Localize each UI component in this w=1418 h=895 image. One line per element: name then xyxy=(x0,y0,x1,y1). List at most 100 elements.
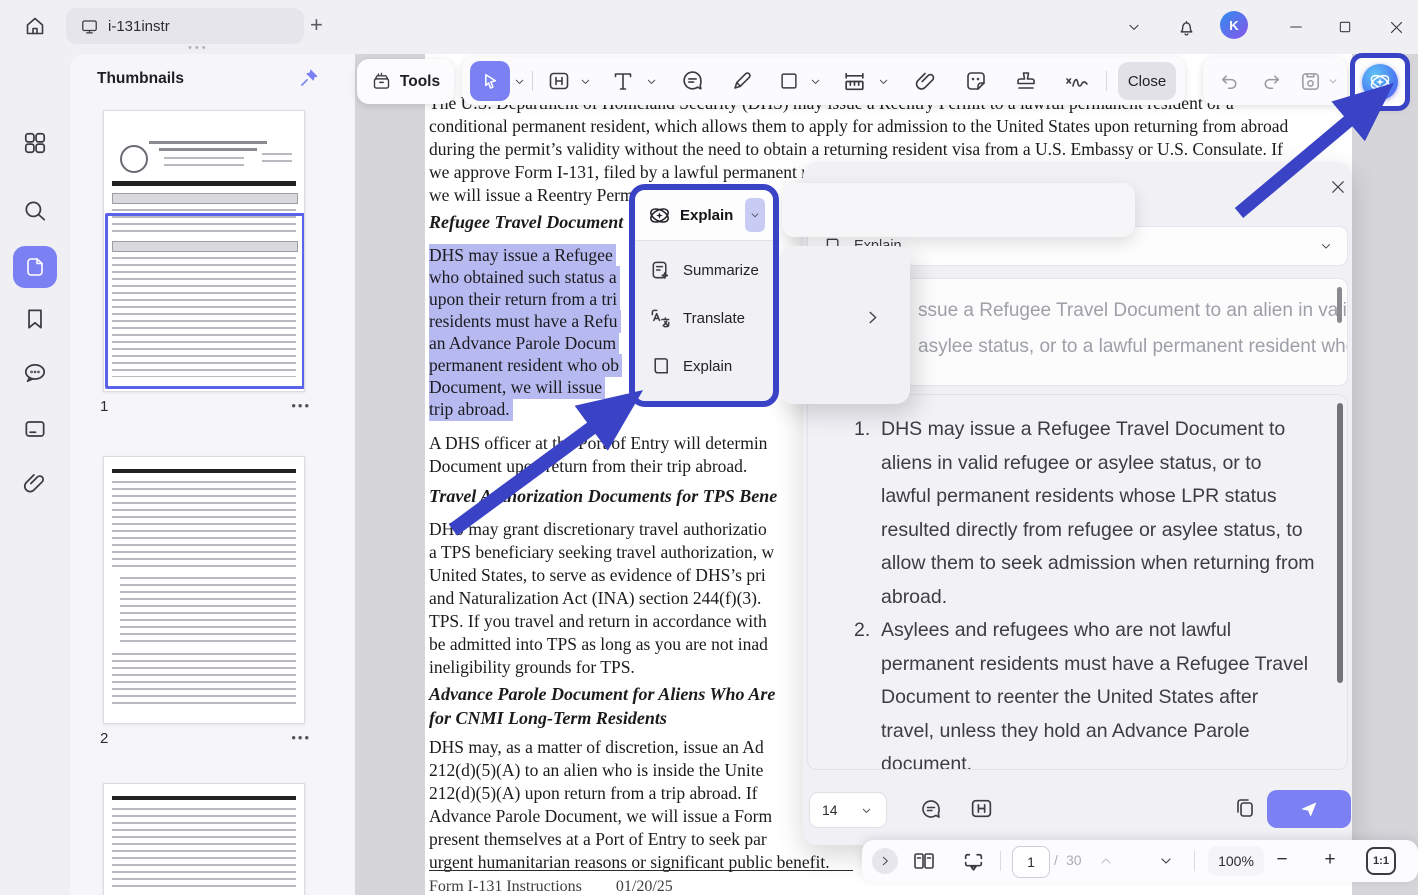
menu-item-summarize[interactable]: Summarize xyxy=(635,246,773,294)
save-button[interactable] xyxy=(1295,57,1325,105)
pin-icon[interactable] xyxy=(299,68,319,93)
minimize-icon xyxy=(1290,26,1302,28)
zoom-level[interactable]: 100% xyxy=(1208,846,1264,876)
zoom-out-button[interactable]: − xyxy=(1270,849,1294,871)
scroll-view-button[interactable] xyxy=(956,849,990,874)
signature-tool-button[interactable] xyxy=(1056,57,1098,105)
selected-text: who obtained such status a xyxy=(429,266,620,289)
home-button[interactable] xyxy=(16,10,54,42)
maximize-button[interactable] xyxy=(1331,14,1359,40)
new-tab-button[interactable]: + xyxy=(310,12,323,38)
thumbnail-page-number: 1 xyxy=(100,398,109,415)
tools-label: Tools xyxy=(399,72,441,90)
maximize-icon xyxy=(1339,21,1351,33)
expand-bar-button[interactable] xyxy=(872,848,898,874)
selected-text: trip abroad. xyxy=(429,398,513,421)
minimize-button[interactable] xyxy=(1282,14,1310,40)
panel-close-button[interactable] xyxy=(1327,176,1349,198)
text-tool-button[interactable] xyxy=(606,57,640,105)
doc-line: and Naturalization Act (INA) section 244… xyxy=(429,588,762,608)
chevron-right-icon[interactable] xyxy=(863,308,882,327)
comment-tool-button[interactable] xyxy=(674,57,710,105)
cursor-icon xyxy=(485,74,497,89)
sidebar-item-comments[interactable] xyxy=(22,360,48,386)
sidebar-item-bookmarks[interactable] xyxy=(22,306,48,332)
save-dropdown[interactable] xyxy=(1325,57,1341,105)
zoom-in-button[interactable]: + xyxy=(1318,849,1342,871)
doc-heading: Advance Parole Document for Aliens Who A… xyxy=(429,682,775,730)
search-icon xyxy=(25,201,46,221)
redo-button[interactable] xyxy=(1253,57,1289,105)
previous-page-button[interactable] xyxy=(1098,853,1114,869)
panel-drag-handle[interactable]: ••• xyxy=(188,42,209,54)
notifications-button[interactable] xyxy=(1172,14,1200,40)
document-tab[interactable]: i-131instr xyxy=(66,8,304,44)
menu-item-label: Explain xyxy=(683,357,733,375)
select-tool-dropdown[interactable] xyxy=(510,57,528,105)
sidebar-item-search[interactable] xyxy=(22,198,48,224)
page-number-input[interactable]: 1 xyxy=(1012,846,1050,878)
menu-item-translate[interactable]: Translate xyxy=(635,294,773,342)
close-toolbar-button[interactable]: Close xyxy=(1118,62,1176,100)
comment-icon xyxy=(682,70,702,90)
selected-text: an Advance Parole Docum xyxy=(429,332,620,355)
measure-tool-button[interactable] xyxy=(836,57,872,105)
copy-button[interactable] xyxy=(1233,796,1257,820)
ai-response-box[interactable]: DHS may issue a Refugee Travel Document … xyxy=(807,394,1348,770)
sidebar-item-panels[interactable] xyxy=(22,130,48,156)
send-button[interactable] xyxy=(1267,790,1351,828)
doc-line: DHS may, as a matter of discretion, issu… xyxy=(429,737,764,757)
page-thumbnail-3[interactable] xyxy=(103,783,305,895)
doc-line: United States, to serve as evidence of D… xyxy=(429,565,766,585)
sidebar-item-thumbnails[interactable] xyxy=(13,246,57,288)
pencil-tool-button[interactable] xyxy=(724,57,760,105)
doc-line: permanent resident who ob xyxy=(429,354,623,377)
page-thumbnail-1[interactable] xyxy=(103,110,305,392)
chevron-down-icon xyxy=(1322,244,1330,249)
undo-button[interactable] xyxy=(1211,57,1247,105)
popup-dropdown-toggle[interactable] xyxy=(745,198,765,232)
sidebar-item-attachments[interactable] xyxy=(22,470,48,496)
ai-response-item: DHS may issue a Refugee Travel Document … xyxy=(854,413,1315,608)
popup-primary-label: Explain xyxy=(680,206,734,224)
selected-text: DHS may issue a Refugee xyxy=(429,244,616,267)
collapse-toolbar-button[interactable] xyxy=(1120,14,1148,40)
selection-toolbar-background xyxy=(782,183,1135,237)
highlight-tool-button[interactable] xyxy=(542,57,576,105)
left-icon-rail xyxy=(0,54,70,895)
two-page-view-button[interactable] xyxy=(908,849,940,873)
save-icon xyxy=(1301,72,1319,90)
page-thumbnail-2[interactable] xyxy=(103,456,305,724)
menu-item-explain[interactable]: Explain xyxy=(635,342,773,390)
page-navigation-bar: 1 / 30 100% − + 1:1 xyxy=(862,840,1418,882)
highlight-button[interactable] xyxy=(969,796,994,821)
sidebar-item-snapshot[interactable] xyxy=(22,416,48,442)
doc-line: Document upon return from their trip abr… xyxy=(429,456,748,476)
thumbnail-menu-2[interactable]: ••• xyxy=(291,730,311,745)
select-tool-button[interactable] xyxy=(470,61,510,101)
sticker-tool-button[interactable] xyxy=(958,57,994,105)
attach-tool-button[interactable] xyxy=(908,57,944,105)
dhs-seal xyxy=(120,145,148,173)
shapes-tool-button[interactable] xyxy=(774,57,804,105)
font-size-select[interactable]: 14 xyxy=(809,792,887,828)
measure-dropdown[interactable] xyxy=(874,57,892,105)
tools-button[interactable]: Tools xyxy=(357,59,454,104)
actual-size-button[interactable]: 1:1 xyxy=(1366,847,1396,875)
stamp-tool-button[interactable] xyxy=(1008,57,1044,105)
close-window-button[interactable] xyxy=(1382,14,1410,40)
popup-primary-action[interactable]: Explain xyxy=(635,190,773,241)
doc-line: 212(d)(5)(A) upon return from a trip abr… xyxy=(429,783,758,803)
next-page-button[interactable] xyxy=(1158,853,1174,869)
text-dropdown[interactable] xyxy=(642,57,660,105)
highlight-icon xyxy=(971,799,992,818)
quote-scrollbar[interactable] xyxy=(1337,287,1342,323)
response-scrollbar[interactable] xyxy=(1337,403,1343,683)
avatar[interactable]: K xyxy=(1220,11,1248,39)
thumbnail-menu-1[interactable]: ••• xyxy=(291,398,311,413)
shapes-dropdown[interactable] xyxy=(806,57,824,105)
add-comment-button[interactable] xyxy=(919,798,943,822)
highlighted-paragraph[interactable]: DHS may issue a Refugee who obtained suc… xyxy=(429,244,623,421)
submenu-flyout[interactable] xyxy=(779,246,910,404)
highlight-dropdown[interactable] xyxy=(576,57,594,105)
